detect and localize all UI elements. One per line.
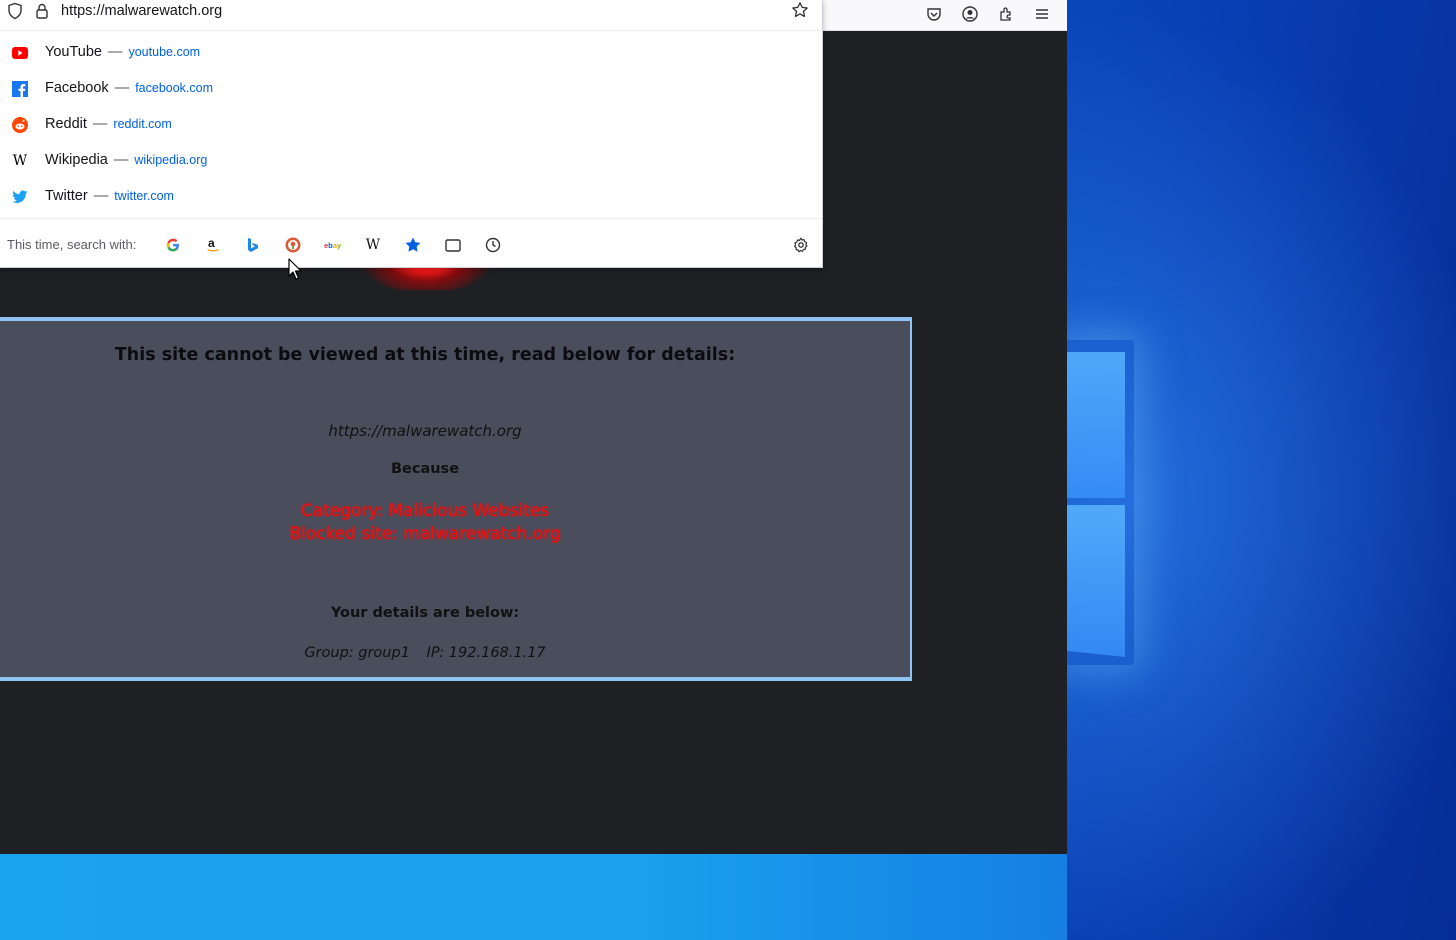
group-value: Group: group1 [304,645,410,661]
tabs-icon[interactable] [442,234,464,256]
suggestion-title: Facebook [45,80,109,96]
extensions-icon[interactable] [995,3,1017,25]
suggestion-title: Twitter [45,188,88,204]
mouse-cursor-icon [288,258,302,280]
wikipedia-icon[interactable]: W [362,234,384,256]
svg-text:ebay: ebay [324,241,342,250]
svg-text:a: a [208,237,215,250]
block-title: This site cannot be viewed at this time,… [114,345,736,365]
suggestion-title: Reddit [45,116,87,132]
twitter-icon [11,188,29,206]
suggestion-reddit[interactable]: Reddit — reddit.com [0,108,822,142]
address-bar[interactable]: https://malwarewatch.org [0,0,822,31]
shield-icon[interactable] [7,2,23,24]
search-with-label: This time, search with: [7,237,137,252]
details-title: Your details are below: [330,605,520,621]
google-icon[interactable] [162,234,184,256]
url-input[interactable]: https://malwarewatch.org [61,3,222,19]
lock-icon[interactable] [35,2,49,24]
because-label: Because [390,461,460,477]
menu-icon[interactable] [1031,3,1053,25]
suggestion-url: reddit.com [113,117,172,131]
suggestion-twitter[interactable]: Twitter — twitter.com [0,180,822,214]
windows-logo-pane-bottom [1067,505,1125,657]
search-engine-row: This time, search with: a ebay W [0,218,822,268]
youtube-icon [11,44,29,62]
suggestion-url: twitter.com [114,189,174,203]
bookmark-star-icon[interactable] [791,1,809,23]
pocket-icon[interactable] [923,3,945,25]
suggestion-youtube[interactable]: YouTube — youtube.com [0,36,822,70]
url-dropdown: https://malwarewatch.org YouTube — youtube… [0,0,823,268]
block-category: Category: Malicious Websites [300,501,550,521]
desktop-bottom-area [0,854,1067,940]
windows-logo-pane-top [1067,352,1125,498]
facebook-icon [11,80,29,98]
suggestion-url: youtube.com [128,45,201,59]
block-message-panel: This site cannot be viewed at this time,… [0,317,912,681]
blocked-site: Blocked site: malwarewatch.org [289,524,561,544]
wikipedia-icon: W [12,153,28,169]
blocked-url: https://malwarewatch.org [328,422,522,440]
history-icon[interactable] [482,234,504,256]
ebay-icon[interactable]: ebay [322,234,344,256]
reddit-icon [11,116,29,134]
suggestion-url: facebook.com [135,81,214,95]
user-details: Group: group1 IP: 192.168.1.17 [0,645,850,661]
duckduckgo-icon[interactable] [282,234,304,256]
search-settings-gear-icon[interactable] [790,234,812,256]
suggestion-wikipedia[interactable]: W Wikipedia — wikipedia.org [0,144,822,178]
ip-value: IP: 192.168.1.17 [426,645,546,661]
suggestion-facebook[interactable]: Facebook — facebook.com [0,72,822,106]
suggestion-url: wikipedia.org [134,153,208,167]
browser-toolbar [822,0,1067,31]
bookmarks-icon[interactable] [402,234,424,256]
bing-icon[interactable] [242,234,264,256]
amazon-icon[interactable]: a [202,234,224,256]
suggestion-title: Wikipedia [45,152,108,168]
suggestion-title: YouTube [45,44,102,60]
account-icon[interactable] [959,3,981,25]
